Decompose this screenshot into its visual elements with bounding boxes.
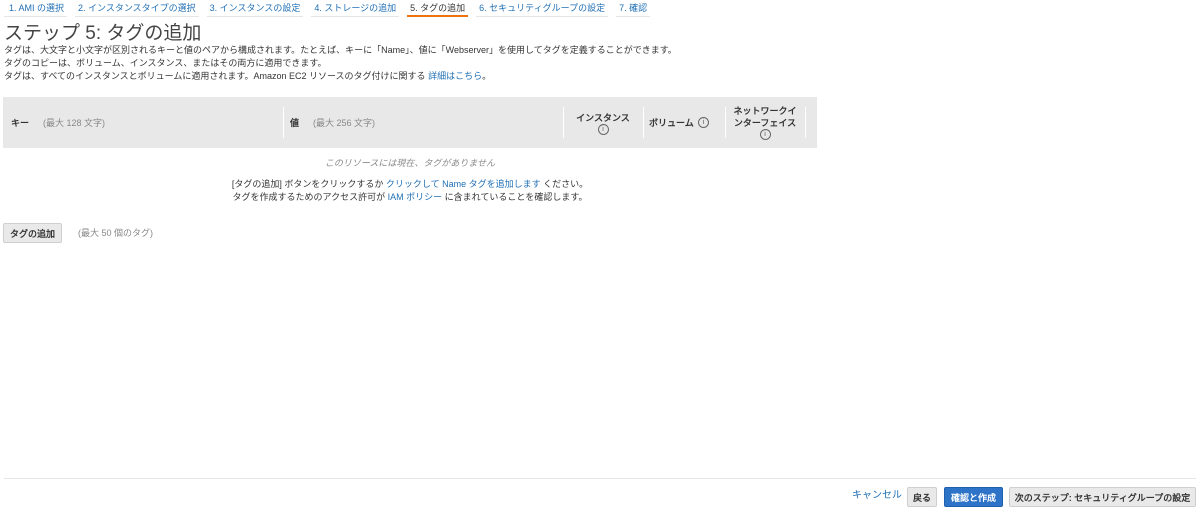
column-key-hint: (最大 128 文字)	[43, 118, 106, 128]
instruction-line-1: [タグの追加] ボタンをクリックするか クリックして Name タグを追加します…	[3, 178, 817, 191]
volumes-info-icon[interactable]: i	[697, 117, 709, 128]
wizard-steps: 1. AMI の選択 2. インスタンスタイプの選択 3. インスタンスの設定 …	[0, 0, 654, 17]
column-divider	[643, 107, 644, 138]
network-info-icon[interactable]: i	[759, 129, 771, 140]
description-line-2: タグのコピーは、ボリューム、インスタンス、またはその両方に適用できます。	[4, 58, 327, 68]
instruction-2-end: に含まれていることを確認します。	[442, 192, 588, 202]
column-instances-label: インスタンス	[576, 112, 630, 123]
review-and-launch-button[interactable]: 確認と作成	[944, 487, 1003, 507]
column-value: 値 (最大 256 文字)	[290, 97, 375, 148]
column-volumes: ボリューム i	[649, 97, 709, 148]
instruction-2-text: タグを作成するためのアクセス許可が	[232, 192, 388, 202]
next-security-group-button[interactable]: 次のステップ: セキュリティグループの設定	[1009, 487, 1196, 507]
column-network-label-1: ネットワークイ	[733, 106, 797, 116]
step-security-group[interactable]: 6. セキュリティグループの設定	[472, 0, 612, 17]
tag-limit-note: (最大 50 個のタグ)	[78, 228, 154, 238]
step-instance-type[interactable]: 2. インスタンスタイプの選択	[71, 0, 203, 17]
description-line-3-end: 。	[482, 71, 492, 81]
column-key-label: キー	[11, 118, 30, 128]
table-instructions: [タグの追加] ボタンをクリックするか クリックして Name タグを追加します…	[3, 178, 817, 204]
back-button[interactable]: 戻る	[907, 487, 937, 507]
learn-more-link[interactable]: 詳細はこちら	[428, 71, 482, 81]
tag-table-header: キー (最大 128 文字) 値 (最大 256 文字) インスタンス i ボリ…	[3, 97, 817, 148]
description-line-1: タグは、大文字と小文字が区別されるキーと値のペアから構成されます。たとえば、キー…	[4, 45, 677, 55]
instruction-line-2: タグを作成するためのアクセス許可が IAM ポリシー に含まれていることを確認し…	[3, 191, 817, 204]
step-configure-instance[interactable]: 3. インスタンスの設定	[203, 0, 308, 17]
instances-info-icon[interactable]: i	[597, 123, 609, 135]
column-value-hint: (最大 256 文字)	[313, 118, 376, 128]
column-network-label-2: ンターフェイス	[733, 118, 797, 128]
iam-policy-link[interactable]: IAM ポリシー	[388, 192, 443, 202]
column-volumes-label: ボリューム	[649, 118, 694, 128]
description-line-3-text: タグは、すべてのインスタンスとボリュームに適用されます。Amazon EC2 リ…	[4, 71, 429, 81]
column-network-interfaces: ネットワークイ ンターフェイス i	[727, 97, 803, 148]
column-instances: インスタンス i	[565, 97, 641, 148]
footer-divider	[4, 478, 1196, 479]
step-review[interactable]: 7. 確認	[612, 0, 654, 17]
column-divider	[283, 107, 284, 138]
instruction-1-text: [タグの追加] ボタンをクリックするか	[231, 179, 386, 189]
description-line-3: タグは、すべてのインスタンスとボリュームに適用されます。Amazon EC2 リ…	[4, 70, 677, 83]
page-description: タグは、大文字と小文字が区別されるキーと値のペアから構成されます。たとえば、キー…	[4, 44, 677, 83]
step-add-storage[interactable]: 4. ストレージの追加	[307, 0, 403, 17]
page-title: ステップ 5: タグの追加	[4, 23, 202, 44]
instruction-1-end: ください。	[540, 179, 589, 189]
step-ami[interactable]: 1. AMI の選択	[0, 0, 71, 17]
column-key: キー (最大 128 文字)	[11, 97, 105, 148]
add-name-tag-link[interactable]: クリックして Name タグを追加します	[386, 179, 541, 189]
column-divider	[563, 107, 564, 138]
column-divider	[725, 107, 726, 138]
add-tag-button[interactable]: タグの追加	[3, 223, 62, 243]
step-add-tags[interactable]: 5. タグの追加	[403, 0, 472, 17]
column-value-label: 値	[290, 118, 300, 128]
cancel-link[interactable]: キャンセル	[852, 486, 902, 506]
empty-table-message: このリソースには現在、タグがありません	[324, 158, 496, 168]
column-divider	[805, 107, 806, 138]
